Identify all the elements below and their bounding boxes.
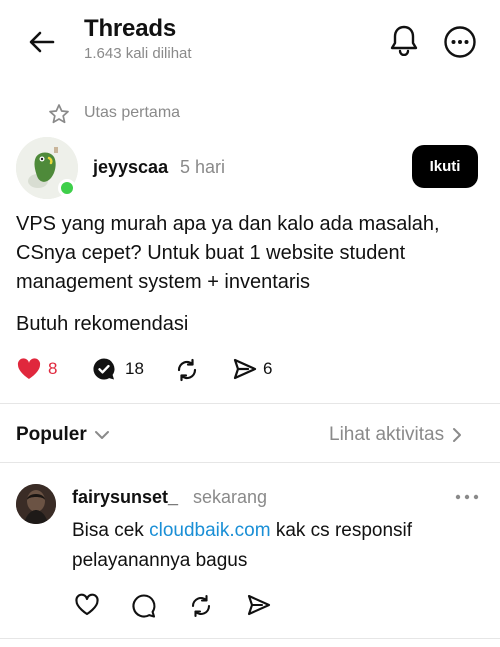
follow-button[interactable]: Ikuti [412,145,478,188]
chevron-down-icon [94,431,109,439]
chevron-right-icon [453,428,462,442]
reply-link[interactable]: cloudbaik.com [149,520,270,541]
reply-repost-button[interactable] [188,593,214,619]
share-count: 6 [263,359,273,378]
more-options-button[interactable] [440,22,480,62]
sort-label: Populer [16,424,87,445]
divider [0,462,500,463]
reply-button[interactable]: 18 [92,357,144,381]
repost-icon [191,594,211,618]
post-time: 5 hari [180,157,226,177]
view-activity-label: Lihat aktivitas [329,424,445,445]
reply-reply-button[interactable] [131,593,157,619]
view-count: 1.643 kali dilihat [84,45,192,62]
reply-text: Bisa cek cloudbaik.com kak cs responsif … [72,516,482,576]
view-activity-link[interactable]: Lihat aktivitas [329,424,464,446]
reply-more-button[interactable] [451,487,483,507]
reply-text-before: Bisa cek [72,520,150,541]
like-button[interactable]: 8 [16,357,57,381]
back-button[interactable] [22,22,62,62]
heart-icon [75,593,99,616]
repost-icon [177,358,197,382]
reply-time: sekarang [193,487,268,507]
notifications-button[interactable] [386,22,422,58]
online-status-indicator [58,179,76,197]
post-author[interactable]: jeyyscaa [93,157,168,178]
share-icon [233,358,257,380]
heart-icon [17,358,41,379]
share-button[interactable]: 6 [232,357,272,381]
reply-like-button[interactable] [74,593,100,617]
thread-label: Utas pertama [84,104,181,121]
like-count: 8 [48,359,58,378]
divider [0,403,500,404]
post-text-secondary: Butuh rekomendasi [16,313,189,335]
post-text: VPS yang murah apa ya dan kalo ada masal… [16,213,440,293]
reply-author-avatar[interactable] [16,484,56,524]
more-options-icon [444,26,476,58]
back-arrow-icon [29,31,55,53]
reply-share-button[interactable] [246,593,272,617]
sort-dropdown[interactable]: Populer [16,424,111,446]
repost-button[interactable] [174,357,200,383]
reply-icon [132,594,156,618]
ellipsis-icon [455,494,479,500]
reply-count: 18 [125,359,144,378]
reply-author[interactable]: fairysunset_ [72,487,178,508]
share-icon [247,594,271,616]
reply-icon [93,358,115,380]
star-icon [48,103,70,125]
bell-icon [390,25,418,56]
page-title: Threads [84,15,176,42]
divider [0,638,500,639]
